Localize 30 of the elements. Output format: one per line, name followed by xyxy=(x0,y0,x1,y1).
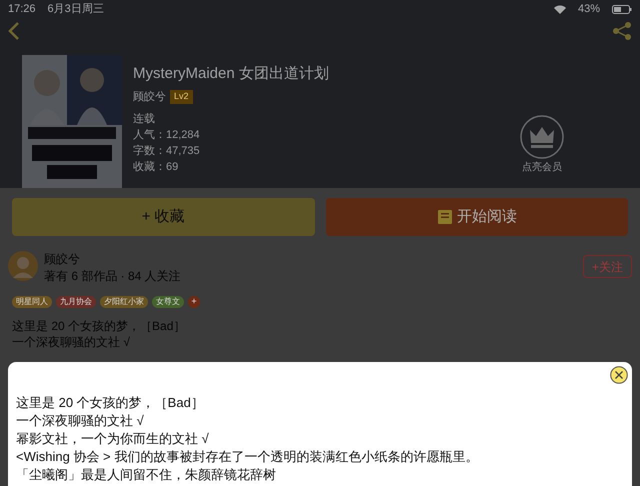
member-label: 点亮会员 xyxy=(522,160,562,175)
tag[interactable]: 九月协会 xyxy=(56,296,96,308)
share-icon[interactable] xyxy=(612,21,632,41)
sheet-line: 「尘曦阁」最是人间留不住，朱颜辞镜花辞树 xyxy=(16,466,277,484)
status-date: 6月3日周三 xyxy=(48,2,104,17)
status-time: 17:26 xyxy=(8,2,36,17)
sheet-line: 这里是 20 个女孩的梦，［Bad］ xyxy=(16,394,205,412)
back-icon[interactable] xyxy=(8,21,20,41)
book-stat: 人气：12,284 xyxy=(133,128,201,143)
tag[interactable]: 女尊文 xyxy=(152,296,184,308)
book-stat: 字数：47,735 xyxy=(133,144,201,159)
book-icon xyxy=(436,209,453,225)
tag[interactable]: 明星同人 xyxy=(12,296,52,308)
start-reading-button[interactable]: 开始阅读 xyxy=(326,198,628,236)
sheet-line: <Wishing 协会 > 我们的故事被封存在了一个透明的装满红色小纸条的许愿瓶里。 xyxy=(16,448,480,466)
crown-icon[interactable] xyxy=(520,115,564,159)
book-stat: 收藏：69 xyxy=(133,160,180,175)
level-badge: Lv2 xyxy=(170,90,193,104)
sheet-line: 幂影文社，一个为你而生的文社 √ xyxy=(16,430,210,448)
more-tag-button[interactable]: + xyxy=(188,296,200,308)
book-title: MysteryMaiden 女团出道计划 xyxy=(133,64,330,84)
battery-icon xyxy=(612,4,632,14)
tag[interactable]: 夕阳红小家 xyxy=(100,296,148,308)
close-icon[interactable] xyxy=(610,366,628,384)
battery-percent: 43% xyxy=(578,2,600,17)
serial-status: 连载 xyxy=(133,112,156,127)
book-author[interactable]: 顾皎兮 xyxy=(133,88,166,105)
wifi-icon xyxy=(554,4,566,14)
avatar[interactable] xyxy=(8,251,38,281)
sheet-line: 一个深夜聊骚的文社 √ xyxy=(16,412,145,430)
